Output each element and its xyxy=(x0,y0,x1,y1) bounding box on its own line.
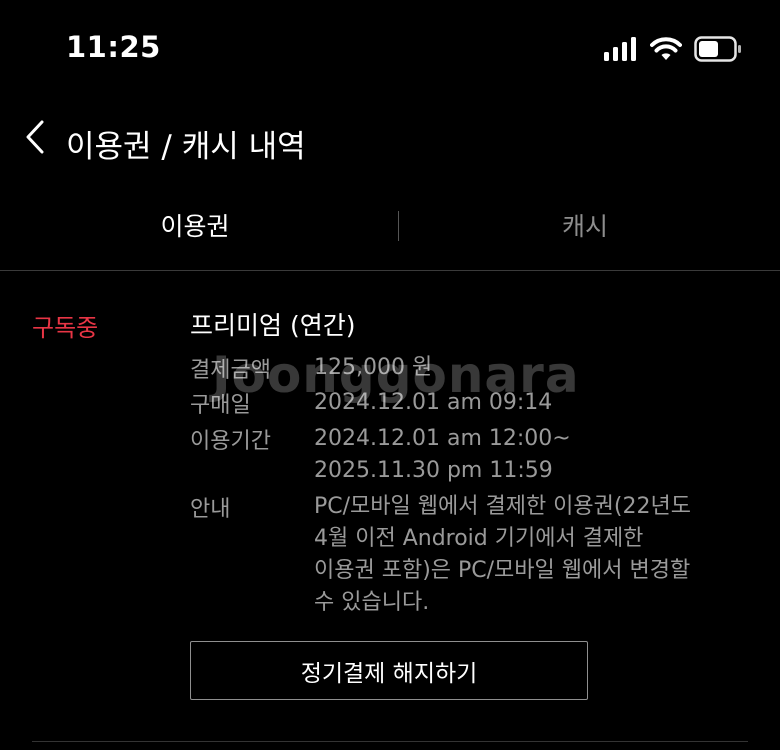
page-header: 이용권 / 캐시 내역 xyxy=(0,105,780,175)
detail-value: 이용권 포함)은 PC/모바일 웹에서 변경할 xyxy=(314,558,691,583)
wifi-icon xyxy=(650,37,682,60)
signal-icon xyxy=(604,37,636,61)
detail-value: 2024.12.01 am 12:00~ xyxy=(314,426,571,451)
watermark: Joonggonara xyxy=(212,346,580,404)
detail-key: 안내 xyxy=(190,497,231,522)
detail-value: PC/모바일 웹에서 결제한 이용권(22년도 xyxy=(314,494,691,519)
cancel-subscription-button[interactable]: 정기결제 해지하기 xyxy=(190,641,588,700)
status-time: 11:25 xyxy=(66,30,161,64)
page-title: 이용권 / 캐시 내역 xyxy=(66,129,306,165)
detail-key: 이용기간 xyxy=(190,429,271,454)
divider xyxy=(32,741,748,742)
detail-value: 2025.11.30 pm 11:59 xyxy=(314,458,553,483)
battery-icon xyxy=(694,36,741,62)
tab-bar: 이용권 캐시 xyxy=(0,195,780,271)
detail-value: 수 있습니다. xyxy=(314,590,430,615)
status-icons xyxy=(604,36,742,62)
status-badge: 구독중 xyxy=(32,314,99,342)
tab-pass[interactable]: 이용권 xyxy=(0,195,390,255)
status-bar: 11:25 xyxy=(0,0,780,100)
tab-cash[interactable]: 캐시 xyxy=(390,195,780,255)
plan-name: 프리미엄 (연간) xyxy=(190,311,356,340)
chevron-left-icon[interactable] xyxy=(22,119,52,155)
subscription-card: 구독중 프리미엄 (연간) 결제금액 125,000 원 구매일 2024.12… xyxy=(0,272,780,750)
detail-value: 4월 이전 Android 기기에서 결제한 xyxy=(314,526,644,551)
